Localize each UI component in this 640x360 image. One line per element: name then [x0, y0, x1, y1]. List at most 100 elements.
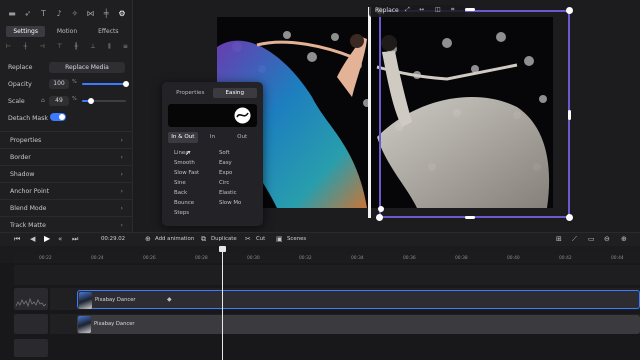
selection-box[interactable] [379, 10, 570, 218]
split-icon[interactable]: ╪ [100, 9, 112, 18]
align-bottom-icon[interactable]: ⊥ [90, 43, 95, 52]
scenes-icon[interactable]: ▣ [276, 235, 283, 243]
popup-tabs: Properties Easing [168, 88, 257, 98]
easing-elastic[interactable]: Elastic [219, 190, 237, 196]
easing-preview [168, 104, 257, 127]
skip-forward-icon[interactable]: ⏭ [72, 235, 78, 244]
tab-effects[interactable]: Effects [89, 26, 128, 37]
scale-input[interactable]: 49 [49, 96, 69, 106]
tab-easing[interactable]: Easing [212, 88, 257, 98]
lock-icon[interactable]: ⌂ [41, 97, 45, 104]
captions-icon[interactable]: ▭ [588, 235, 595, 243]
ruler-tick: 00:22 [39, 256, 52, 261]
scale-label: Scale [8, 98, 25, 105]
easing-soft[interactable]: Soft [219, 150, 230, 156]
video-clip[interactable]: Pixabay Dancer [77, 315, 640, 334]
align-center-v-icon[interactable]: ╫ [74, 43, 78, 52]
distribute-v-icon[interactable]: ≡ [123, 43, 128, 52]
folder-icon[interactable]: ▬ [6, 9, 18, 18]
tab-properties[interactable]: Properties [168, 88, 213, 98]
align-left-icon[interactable]: ⊢ [6, 43, 11, 52]
resize-handle-top[interactable] [465, 8, 475, 11]
resize-handle-bottom[interactable] [465, 216, 475, 219]
scenes-button[interactable]: Scenes [287, 236, 306, 242]
clip-label: Pixabay Dancer [94, 321, 135, 327]
step-back-icon[interactable]: « [58, 235, 62, 243]
easing-easy[interactable]: Easy [219, 160, 232, 166]
split-compare-handle[interactable] [368, 7, 371, 218]
easing-expo[interactable]: Expo [219, 170, 232, 176]
easing-bounce[interactable]: Bounce [174, 200, 194, 206]
mouse-cursor-icon: ➚ [185, 149, 191, 157]
empty-track [14, 265, 640, 285]
easing-out[interactable]: Out [227, 132, 257, 143]
replace-media-button[interactable]: Replace Media [49, 62, 125, 73]
audio-track-thumb[interactable] [14, 288, 48, 310]
zoom-in-icon[interactable]: ⊕ [621, 235, 627, 243]
ruler-icon[interactable]: ⟋ [572, 235, 577, 244]
section-anchor-point[interactable]: Anchor Point › [0, 182, 133, 199]
opacity-input[interactable]: 100 [49, 79, 69, 89]
audio-icon[interactable]: ♪ [53, 9, 65, 18]
rocket-icon[interactable]: ➶ [22, 9, 34, 18]
detach-mask-toggle[interactable] [50, 113, 66, 121]
duplicate-icon[interactable]: ⧉ [201, 235, 206, 244]
opacity-slider-knob[interactable] [123, 81, 129, 87]
easing-slow-mo[interactable]: Slow Mo [219, 200, 241, 206]
duplicate-button[interactable]: Duplicate [211, 236, 237, 242]
section-label: Border [10, 154, 31, 161]
tab-settings[interactable]: Settings [6, 26, 46, 37]
section-border[interactable]: Border › [0, 148, 133, 165]
canvas-replace-button[interactable]: Replace [375, 7, 399, 14]
ruler-tick: 00:24 [91, 256, 104, 261]
flip-horizontal-icon[interactable]: ↔ [419, 6, 424, 13]
rewind-icon[interactable]: ◀ [30, 235, 35, 243]
transition-icon[interactable]: ⋈ [85, 9, 97, 18]
align-center-h-icon[interactable]: ┼ [24, 43, 28, 52]
distribute-h-icon[interactable]: ⫼ [108, 43, 111, 52]
easing-in[interactable]: In [198, 132, 228, 143]
easing-sine[interactable]: Sine [174, 180, 186, 186]
resize-handle-tr[interactable] [566, 7, 573, 14]
scale-slider-knob[interactable] [88, 98, 94, 104]
scissors-icon[interactable]: ✂ [245, 235, 251, 243]
grid-icon[interactable]: ⊞ [556, 235, 562, 243]
keyframe-icon[interactable]: ◆ [167, 296, 172, 303]
add-animation-button[interactable]: Add animation [155, 236, 194, 242]
skip-back-icon[interactable]: ⏮ [14, 235, 20, 244]
expand-icon[interactable]: ⤢ [405, 6, 410, 14]
flip-vertical-icon[interactable]: ◫ [435, 6, 441, 13]
play-icon[interactable]: ▶ [44, 234, 50, 243]
align-top-icon[interactable]: ⊤ [57, 43, 62, 52]
text-icon[interactable]: T [37, 9, 49, 18]
playhead-handle[interactable] [219, 246, 226, 252]
resize-handle-br[interactable] [566, 214, 573, 221]
section-properties[interactable]: Properties › [0, 131, 133, 148]
cut-button[interactable]: Cut [256, 236, 265, 242]
playhead-line[interactable] [222, 247, 223, 360]
easing-back[interactable]: Back [174, 190, 187, 196]
timeline-ruler[interactable]: 00:22 00:24 00:26 00:28 00:30 00:32 00:3… [14, 254, 640, 263]
ruler-tick: 00:40 [507, 256, 520, 261]
zoom-out-icon[interactable]: ⊖ [604, 235, 610, 243]
clip-thumbnail [78, 316, 91, 333]
easing-smooth[interactable]: Smooth [174, 160, 195, 166]
easing-in-out[interactable]: In & Out [168, 132, 198, 143]
section-shadow[interactable]: Shadow › [0, 165, 133, 182]
align-right-icon[interactable]: ⊣ [39, 43, 44, 52]
easing-steps[interactable]: Steps [174, 210, 189, 216]
resize-handle-right[interactable] [568, 110, 571, 120]
easing-slow-fast[interactable]: Slow Fast [174, 170, 199, 176]
ruler-tick: 00:28 [195, 256, 208, 261]
tab-motion[interactable]: Motion [47, 26, 86, 37]
resize-handle-bl[interactable] [376, 214, 383, 221]
crop-icon[interactable]: ⌗ [451, 6, 454, 14]
section-blend-mode[interactable]: Blend Mode › [0, 199, 133, 216]
add-icon[interactable]: ⊕ [145, 235, 151, 243]
section-track-matte[interactable]: Track Matte › [0, 216, 133, 233]
easing-circ[interactable]: Circ [219, 180, 229, 186]
anchor-dot[interactable] [378, 206, 384, 212]
video-clip-selected[interactable]: Pixabay Dancer [77, 290, 640, 309]
magic-icon[interactable]: ✧ [69, 9, 81, 18]
gear-icon[interactable]: ⚙ [116, 9, 128, 18]
